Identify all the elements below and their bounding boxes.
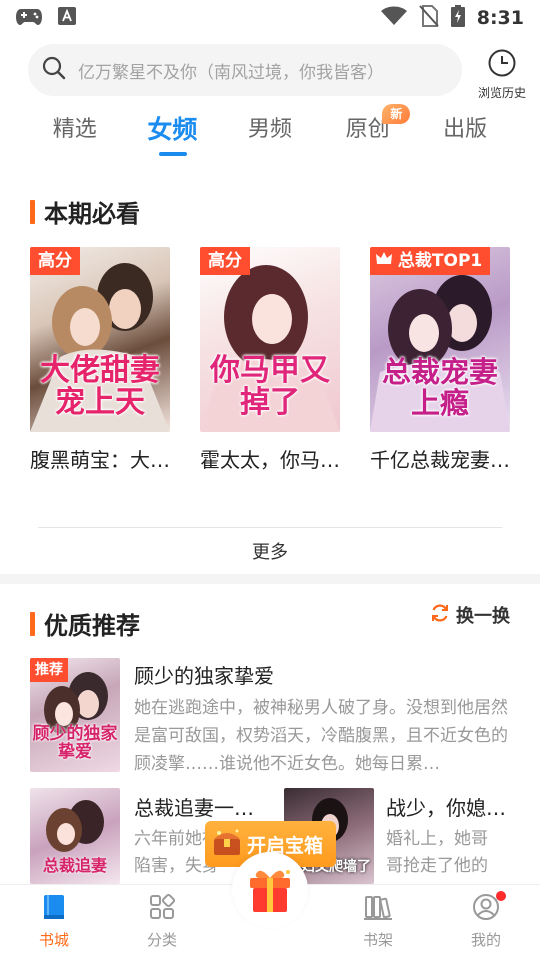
book-cover[interactable]: 总裁追妻 — [30, 788, 120, 884]
recommend-tag: 推荐 — [30, 658, 68, 682]
book-name[interactable]: 腹黑萌宝：大… — [30, 444, 170, 473]
status-time: 8:31 — [476, 7, 524, 29]
must-read-list: 高分 大佬甜妻宠上天 腹黑萌宝：大… 高分 你马甲又掉了 霍太太，你马… 总裁T… — [30, 247, 510, 473]
profile-icon — [472, 891, 506, 925]
tab-label: 女频 — [147, 115, 198, 144]
book-name[interactable]: 千亿总裁宠妻… — [370, 444, 510, 473]
gift-box-icon — [244, 864, 296, 920]
clock-icon — [487, 49, 517, 82]
search-input[interactable]: 亿万繁星不及你（南风过境，你我皆客） — [28, 44, 462, 96]
tab-female[interactable]: 女频 — [124, 110, 222, 160]
book-name[interactable]: 霍太太，你马… — [200, 444, 340, 473]
book-card[interactable]: 高分 你马甲又掉了 霍太太，你马… — [200, 247, 340, 473]
history-button[interactable]: 浏览历史 — [474, 48, 530, 101]
notification-dot — [496, 891, 506, 901]
nav-label: 书城 — [38, 931, 69, 949]
battery-charging-icon — [450, 5, 465, 31]
cover-title: 总裁宠妻上瘾 — [381, 355, 498, 420]
tab-original[interactable]: 原创新 — [319, 104, 417, 160]
category-icon — [148, 893, 176, 925]
nav-profile[interactable]: 我的 — [446, 891, 526, 950]
nav-category[interactable]: 分类 — [122, 893, 202, 950]
book-card[interactable]: 高分 大佬甜妻宠上天 腹黑萌宝：大… — [30, 247, 170, 473]
tab-label: 出版 — [443, 117, 488, 142]
status-bar: 8:31 — [0, 0, 540, 36]
nav-bookstore[interactable]: 书城 — [14, 893, 94, 950]
book-title[interactable]: 总裁追妻一… — [134, 792, 260, 821]
category-tabs: 精选 女频 男频 原创新 出版 — [26, 104, 514, 160]
nav-label: 我的 — [470, 931, 501, 949]
treasure-chest-icon — [211, 827, 243, 861]
rank-tag: 总裁TOP1 — [370, 247, 491, 275]
cover-title: 你马甲又掉了 — [210, 353, 330, 420]
tab-label: 精选 — [52, 117, 97, 142]
history-label: 浏览历史 — [477, 86, 526, 100]
new-badge: 新 — [382, 104, 411, 124]
tab-featured[interactable]: 精选 — [26, 110, 124, 160]
cover-title: 大佬甜妻宠上天 — [40, 353, 160, 420]
crown-icon — [376, 251, 392, 271]
heading-accent-bar — [30, 611, 35, 636]
featured-book-cover[interactable]: 推荐 顾少的独家挚爱 — [30, 658, 120, 772]
tab-label: 男频 — [247, 117, 292, 142]
section-title: 本期必看 — [44, 200, 140, 228]
active-tab-indicator — [158, 152, 187, 156]
search-placeholder: 亿万繁星不及你（南风过境，你我皆客） — [78, 62, 384, 83]
book-card[interactable]: 总裁TOP1 总裁宠妻上瘾 千亿总裁宠妻… — [370, 247, 510, 473]
score-tag: 高分 — [200, 247, 250, 275]
refresh-icon — [430, 603, 450, 627]
wifi-icon — [380, 6, 407, 30]
tab-publish[interactable]: 出版 — [416, 110, 514, 160]
book-cover[interactable]: 高分 大佬甜妻宠上天 — [30, 247, 170, 432]
refresh-button[interactable]: 换一换 — [430, 602, 510, 628]
featured-book-title[interactable]: 顾少的独家挚爱 — [134, 660, 274, 689]
score-tag: 高分 — [30, 247, 80, 275]
gamepad-icon — [16, 7, 42, 29]
featured-book-desc: 她在逃跑途中，被神秘男人破了身。没想到他居然是富可敌国，权势滔天，冷酷腹黑，且不… — [134, 698, 508, 774]
bookshelf-icon — [363, 896, 393, 925]
book-title[interactable]: 战少，你媳… — [386, 792, 512, 821]
book-cover[interactable]: 总裁TOP1 总裁宠妻上瘾 — [370, 247, 510, 432]
cover-title: 总裁追妻 — [42, 856, 107, 875]
search-icon — [42, 56, 66, 84]
no-sim-icon — [418, 5, 439, 31]
divider — [38, 527, 502, 528]
quality-heading: 优质推荐 — [30, 606, 140, 641]
nav-bookshelf[interactable]: 书架 — [338, 893, 418, 950]
more-button[interactable]: 更多 — [0, 538, 540, 564]
section-gap — [0, 574, 540, 584]
gift-button[interactable] — [232, 852, 308, 928]
nav-label: 书架 — [362, 931, 393, 949]
section-title: 优质推荐 — [44, 612, 140, 640]
heading-accent-bar — [30, 199, 35, 224]
must-read-heading: 本期必看 — [30, 194, 140, 229]
cover-title: 顾少的独家挚爱 — [32, 724, 118, 763]
tab-male[interactable]: 男频 — [221, 110, 319, 160]
book-desc: 婚礼上，她哥哥抢走了他的 — [386, 829, 488, 876]
rank-tag-label: 总裁TOP1 — [397, 251, 483, 271]
app-a-icon — [58, 7, 76, 29]
book-cover[interactable]: 高分 你马甲又掉了 — [200, 247, 340, 432]
nav-label: 分类 — [146, 931, 177, 949]
book-icon — [41, 895, 67, 925]
refresh-label: 换一换 — [456, 606, 510, 627]
